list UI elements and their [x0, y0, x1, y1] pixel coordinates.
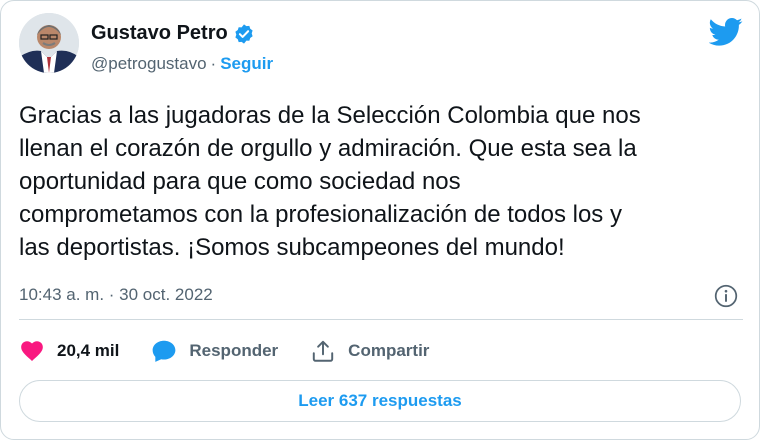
author-name-row: Gustavo Petro — [91, 22, 255, 45]
like-button[interactable]: 20,4 mil — [19, 338, 119, 364]
tweet-text: Gracias a las jugadoras de la Selección … — [19, 102, 641, 261]
info-icon[interactable] — [713, 283, 739, 309]
heart-icon — [21, 341, 43, 361]
tweet-card: Gustavo Petro @petrogustavo · Seguir Graci… — [0, 0, 760, 440]
verified-badge-icon — [235, 23, 253, 44]
tweet-timestamp[interactable]: 10:43 a. m. · 30 oct. 2022 — [19, 285, 213, 305]
reply-label: Responder — [189, 341, 279, 360]
like-count: 20,4 mil — [57, 341, 120, 360]
handle-row: @petrogustavo · Seguir — [91, 54, 273, 74]
share-label: Compartir — [348, 341, 430, 360]
tweet-meta: 10:43 a. m. · 30 oct. 2022 — [19, 281, 741, 311]
author-handle[interactable]: @petrogustavo — [91, 54, 207, 73]
author-name[interactable]: Gustavo Petro — [91, 22, 228, 45]
divider — [19, 319, 743, 320]
share-button[interactable]: Compartir — [310, 338, 429, 364]
twitter-bird-icon[interactable] — [709, 17, 743, 47]
share-icon — [312, 340, 334, 362]
tweet-header: Gustavo Petro @petrogustavo · Seguir — [19, 13, 743, 85]
tweet-actions: 20,4 mil Responder Compartir — [19, 336, 461, 366]
reply-bubble-icon — [153, 340, 176, 362]
avatar[interactable] — [19, 13, 79, 73]
handle-separator: · — [210, 54, 217, 73]
follow-button[interactable]: Seguir — [220, 54, 273, 73]
reply-button[interactable]: Responder — [151, 338, 278, 364]
read-replies-button[interactable]: Leer 637 respuestas — [19, 380, 741, 422]
